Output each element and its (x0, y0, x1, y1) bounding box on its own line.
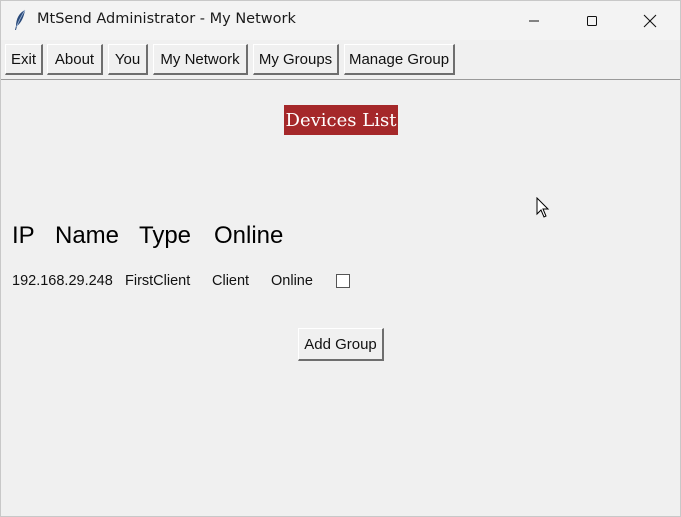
header-type: Type (139, 222, 192, 249)
add-group-button[interactable]: Add Group (298, 328, 384, 361)
device-name: FirstClient (125, 273, 191, 289)
close-icon (643, 14, 657, 27)
header-ip: IP (12, 222, 35, 249)
exit-button[interactable]: Exit (5, 44, 43, 75)
app-window: MtSend Administrator - My Network Exit A… (0, 0, 681, 517)
close-button[interactable] (621, 1, 679, 40)
feather-icon (15, 9, 26, 30)
maximize-button[interactable] (563, 1, 621, 40)
mouse-cursor-icon (536, 197, 550, 218)
header-online: Online (214, 222, 284, 249)
manage-group-button[interactable]: Manage Group (344, 44, 455, 75)
header-name: Name (55, 222, 120, 249)
window-title: MtSend Administrator - My Network (37, 11, 296, 27)
title-bar[interactable]: MtSend Administrator - My Network (1, 1, 680, 40)
you-button[interactable]: You (108, 44, 148, 75)
minimize-button[interactable] (505, 1, 563, 40)
devices-list-title: Devices List (284, 105, 398, 135)
maximize-icon (587, 15, 597, 26)
online-checkbox[interactable] (336, 274, 350, 288)
about-button[interactable]: About (47, 44, 103, 75)
device-online: Online (271, 273, 313, 289)
toolbar: Exit About You My Network My Groups Mana… (1, 40, 680, 80)
device-type: Client (212, 273, 250, 289)
device-ip: 192.168.29.248 (12, 273, 113, 289)
minimize-icon (529, 20, 539, 21)
my-network-button[interactable]: My Network (153, 44, 248, 75)
my-groups-button[interactable]: My Groups (253, 44, 339, 75)
